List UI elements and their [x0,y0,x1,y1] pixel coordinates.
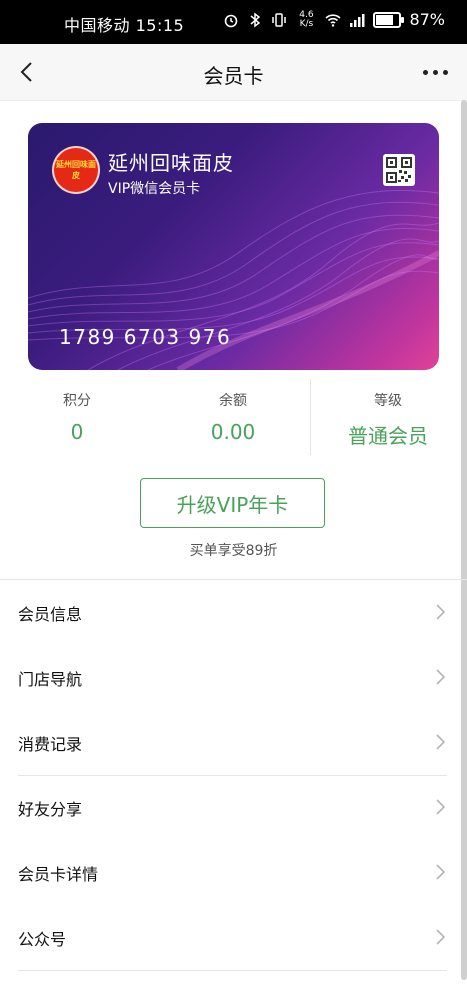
bluetooth-icon [250,12,261,27]
menu-item-label: 消费记录 [18,734,83,754]
merchant-name: 延州回味面皮 [108,151,234,175]
balance-label: 余额 [219,393,247,409]
chevron-right-icon [436,669,445,685]
upgrade-note: 买单享受89折 [189,543,278,559]
points-value: 0 [70,420,84,444]
merchant-logo: 延州回味面皮 [52,146,100,194]
menu-item-label: 好友分享 [18,799,83,819]
chevron-right-icon [436,864,445,880]
page-title: 会员卡 [203,64,264,88]
menu-item-card-details[interactable]: 会员卡详情 [0,840,467,905]
alarm-icon [225,14,238,27]
status-bar: 中国移动 15:15 4.6 K/s 87% [0,0,467,44]
wifi-icon [325,13,341,27]
nav-bar: 会员卡 [0,44,467,101]
signal-icon [350,13,365,27]
member-stats: 积分 0 余额 0.00 等级 普通会员 [0,385,467,461]
card-type: VIP微信会员卡 [108,181,201,197]
more-dot-icon [442,69,448,75]
chevron-right-icon [436,799,445,815]
level-stat[interactable]: 等级 普通会员 [329,385,447,449]
points-label: 积分 [63,393,91,409]
level-label: 等级 [374,393,402,409]
stats-divider [310,379,311,455]
qr-code-icon [386,157,412,183]
balance-value: 0.00 [210,420,256,444]
menu-item-member-info[interactable]: 会员信息 [0,580,467,645]
menu-item-consumption-records[interactable]: 消费记录 [0,710,467,775]
menu-item-label: 公众号 [18,929,67,949]
vibrate-icon [272,12,287,27]
menu-item-label: 门店导航 [18,669,83,689]
chevron-right-icon [436,604,445,620]
logo-text: 延州回味面皮 [56,160,96,180]
level-value: 普通会员 [348,424,428,448]
upgrade-vip-button[interactable]: 升级VIP年卡 [140,478,325,528]
battery-percent: 87% [409,10,445,29]
membership-card[interactable]: 延州回味面皮 延州回味面皮 VIP微信会员卡 1789 6703 976 [28,123,439,370]
carrier-time: 中国移动 15:15 [64,16,185,35]
menu-item-friend-share[interactable]: 好友分享 [0,775,467,840]
balance-stat[interactable]: 余额 0.00 [173,385,293,444]
qr-code-button[interactable] [383,154,415,186]
menu-item-official-account[interactable]: 公众号 [0,905,467,970]
list-divider [18,970,447,971]
battery-icon [373,11,405,28]
chevron-right-icon [436,734,445,750]
menu-item-store-navigation[interactable]: 门店导航 [0,645,467,710]
status-icons: 4.6 K/s 87% [223,10,445,29]
menu-item-label: 会员信息 [18,604,83,624]
chevron-right-icon [436,929,445,945]
net-speed: 4.6 K/s [299,9,314,29]
menu-item-label: 会员卡详情 [18,864,99,884]
more-dot-icon [422,69,428,75]
card-number: 1789 6703 976 [59,325,232,349]
more-dot-icon [432,69,438,75]
menu-list: 会员信息 门店导航 消费记录 好友分享 会员卡详情 公众号 [0,580,467,971]
points-stat[interactable]: 积分 0 [17,385,137,444]
more-button[interactable] [415,56,455,88]
